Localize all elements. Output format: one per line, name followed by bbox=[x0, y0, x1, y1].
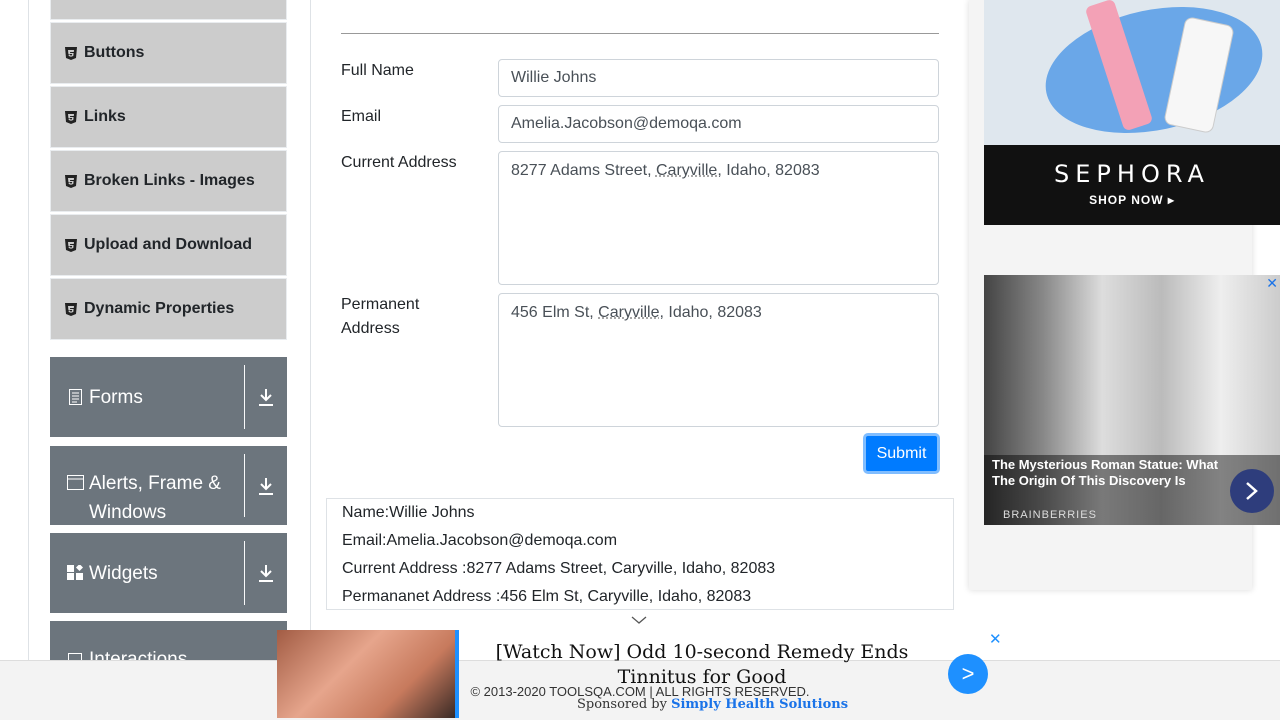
address-text: 8277 Adams Street, bbox=[511, 162, 656, 179]
next-arrow-button[interactable] bbox=[1230, 469, 1274, 513]
sidebar-item-dynamic-properties[interactable]: Dynamic Properties bbox=[50, 278, 287, 340]
window-icon bbox=[66, 475, 84, 490]
bottom-ad[interactable]: [Watch Now] Odd 10-second Remedy Ends Ti… bbox=[277, 630, 1002, 720]
label-line: Permanent bbox=[341, 296, 420, 313]
brainberries-ad[interactable]: The Mysterious Roman Statue: What The Or… bbox=[984, 275, 1280, 525]
email-label: Email bbox=[341, 108, 382, 125]
current-address-textarea[interactable]: 8277 Adams Street, Caryville, Idaho, 820… bbox=[498, 151, 939, 285]
html5-icon bbox=[65, 238, 77, 252]
sidebar-right-border bbox=[310, 0, 311, 720]
permanent-address-textarea[interactable]: 456 Elm St, Caryville, Idaho, 82083 bbox=[498, 293, 939, 427]
download-icon[interactable] bbox=[245, 564, 287, 582]
sidebar-item-upload-download[interactable]: Upload and Download bbox=[50, 214, 287, 276]
sidebar-item-label: Upload and Download bbox=[84, 236, 252, 253]
html5-icon bbox=[65, 110, 77, 124]
sephora-ad[interactable]: SEPHORA SHOP NOW ▸ bbox=[984, 0, 1280, 225]
group-label: Widgets bbox=[89, 562, 158, 584]
sidebar-item-partial[interactable] bbox=[50, 0, 287, 20]
sidebar-item-links[interactable]: Links bbox=[50, 86, 287, 148]
ad-image bbox=[277, 630, 459, 718]
sidebar-group-forms[interactable]: Forms bbox=[50, 357, 287, 437]
group-label: Alerts, Frame & Windows bbox=[89, 473, 221, 523]
ad-sponsor: Sponsored by Simply Health Solutions bbox=[577, 697, 848, 712]
html5-icon bbox=[65, 174, 77, 188]
page: Buttons Links Broken Links - Images Uplo… bbox=[0, 0, 1280, 720]
address-text: , Idaho, 82083 bbox=[717, 162, 820, 179]
ad-headline[interactable]: [Watch Now] Odd 10-second Remedy Ends Ti… bbox=[477, 640, 927, 690]
address-text: 456 Elm St, bbox=[511, 304, 599, 321]
ad-decoration bbox=[1033, 0, 1275, 152]
chevron-down-icon[interactable] bbox=[631, 612, 647, 628]
widgets-icon bbox=[66, 565, 84, 581]
html5-icon bbox=[65, 302, 77, 316]
download-icon[interactable] bbox=[245, 388, 287, 406]
shop-now-link[interactable]: SHOP NOW ▸ bbox=[984, 193, 1280, 207]
email-input[interactable]: Amelia.Jacobson@demoqa.com bbox=[498, 105, 939, 143]
form-divider bbox=[341, 33, 939, 34]
ad-source: BRAINBERRIES bbox=[1003, 509, 1097, 521]
full-name-label: Full Name bbox=[341, 62, 414, 79]
ad-title[interactable]: The Mysterious Roman Statue: What The Or… bbox=[992, 457, 1237, 489]
sidebar-left-border bbox=[28, 0, 29, 720]
download-icon[interactable] bbox=[245, 477, 287, 495]
permanent-address-label: Permanent Address bbox=[341, 293, 419, 341]
sidebar-group-widgets[interactable]: Widgets bbox=[50, 533, 287, 613]
sidebar-item-label: Links bbox=[84, 108, 126, 125]
html5-icon bbox=[65, 46, 77, 60]
output-box: Name:Willie Johns Email:Amelia.Jacobson@… bbox=[326, 498, 954, 610]
close-icon[interactable]: ✕ bbox=[989, 630, 1002, 648]
sidebar-item-broken-links[interactable]: Broken Links - Images bbox=[50, 150, 287, 212]
output-email: Email:Amelia.Jacobson@demoqa.com bbox=[342, 532, 618, 549]
sidebar-item-label: Broken Links - Images bbox=[84, 172, 255, 189]
address-text: , Idaho, 82083 bbox=[659, 304, 762, 321]
label-line: Address bbox=[341, 320, 400, 337]
close-icon[interactable]: ✕ bbox=[1266, 275, 1278, 292]
spellcheck-word: Caryville bbox=[655, 162, 718, 179]
full-name-input[interactable]: Willie Johns bbox=[498, 59, 939, 97]
current-address-label: Current Address bbox=[341, 154, 457, 171]
group-label: Forms bbox=[89, 386, 143, 408]
sponsor-prefix: Sponsored by bbox=[577, 697, 672, 712]
sponsor-name[interactable]: Simply Health Solutions bbox=[671, 697, 848, 712]
spellcheck-word: Caryville bbox=[598, 304, 660, 321]
chevron-right-icon bbox=[1246, 482, 1258, 500]
output-current-address: Current Address :8277 Adams Street, Cary… bbox=[342, 560, 776, 577]
output-name: Name:Willie Johns bbox=[342, 504, 475, 521]
form-icon bbox=[66, 389, 84, 405]
ad-go-button[interactable]: > bbox=[948, 654, 988, 694]
sidebar-item-label: Buttons bbox=[84, 44, 145, 61]
sidebar-item-label: Dynamic Properties bbox=[84, 300, 235, 317]
submit-button[interactable]: Submit bbox=[863, 433, 940, 474]
sidebar-group-alerts[interactable]: Alerts, Frame & Windows bbox=[50, 446, 287, 525]
sidebar-item-buttons[interactable]: Buttons bbox=[50, 22, 287, 84]
sephora-logo: SEPHORA bbox=[1054, 160, 1210, 188]
ad-image bbox=[984, 0, 1280, 152]
output-permanent-address: Permananet Address :456 Elm St, Caryvill… bbox=[342, 588, 752, 605]
